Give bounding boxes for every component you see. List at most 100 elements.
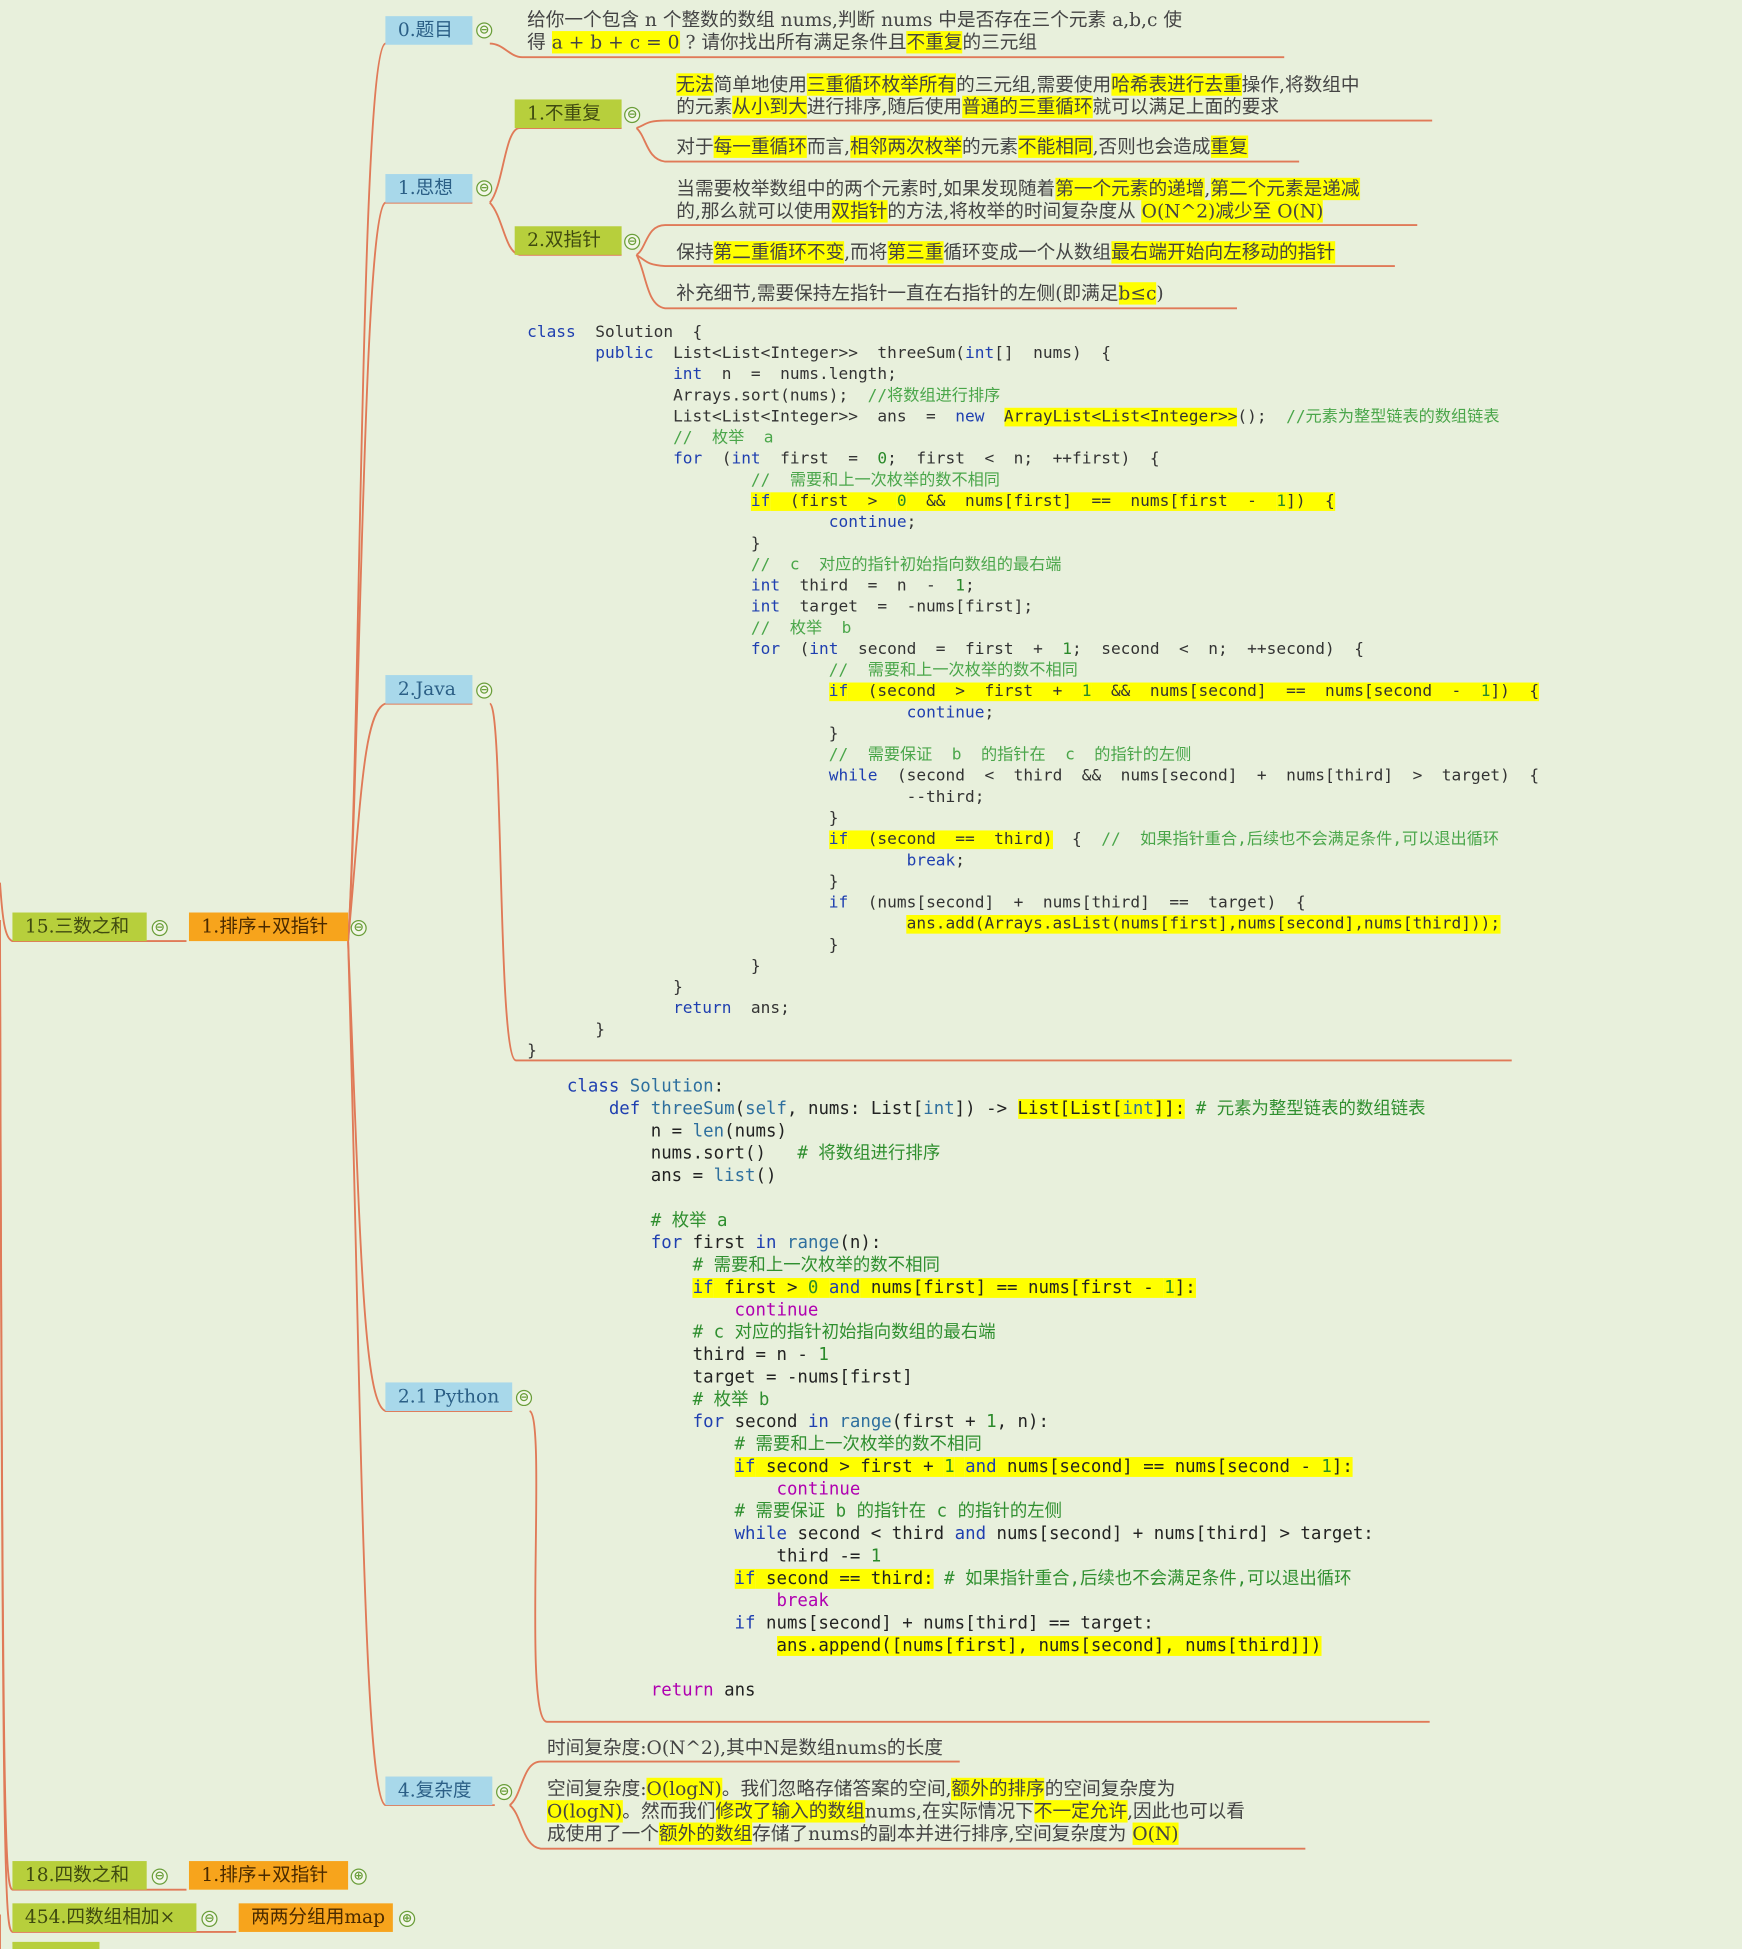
twoptr-node[interactable]: 2.双指针 xyxy=(514,226,622,255)
java-code-line: List<List<Integer>> ans = new ArrayList<… xyxy=(527,407,1500,427)
four-add-node[interactable]: 454.四数组相加× xyxy=(12,1903,197,1932)
python-node[interactable]: 2.1 Python xyxy=(385,1382,513,1412)
nodup-text-2: 对于每一重循环而言,相邻两次枚举的元素不能相同,否则也会造成重复 xyxy=(676,135,1248,158)
java-code-line: break; xyxy=(906,851,965,871)
java-code-line: // 需要和上一次枚举的数不相同 xyxy=(828,661,1078,681)
python-code-line: if nums[second] + nums[third] == target: xyxy=(734,1613,1154,1634)
collapse-icon[interactable]: ⊖ xyxy=(624,106,641,124)
python-code-line: for second in range(first + 1, n): xyxy=(692,1412,1050,1433)
python-code-line: continue xyxy=(776,1479,861,1500)
java-code-line: public List<List<Integer>> threeSum(int[… xyxy=(595,344,1111,364)
java-code-line: // 枚举 a xyxy=(673,428,774,448)
python-code-line: for first in range(n): xyxy=(650,1233,882,1254)
python-code-line: class Solution: xyxy=(566,1076,725,1097)
collapse-icon[interactable]: ⊖ xyxy=(151,1868,168,1885)
python-code-line: # 枚举 a xyxy=(650,1210,728,1231)
four-sum-sub-node[interactable]: 1.排序+双指针 xyxy=(188,1861,349,1890)
complexity-node[interactable]: 4.复杂度 xyxy=(385,1776,493,1806)
time-complexity-text: 时间复杂度:O(N^2),其中N是数组nums的长度 xyxy=(547,1736,943,1760)
java-code-line: // c 对应的指针初始指向数组的最右端 xyxy=(750,555,1062,575)
java-code-line: // 枚举 b xyxy=(750,619,852,638)
collapse-icon[interactable]: ⊖ xyxy=(151,919,168,937)
java-code-line: class Solution { xyxy=(527,323,703,342)
java-code-line: continue; xyxy=(828,513,917,533)
python-code-line: third = n - 1 xyxy=(566,1345,829,1366)
python-code-line xyxy=(567,1187,1426,1209)
expand-icon[interactable]: ⊕ xyxy=(350,1868,367,1885)
java-code-line: } xyxy=(527,872,839,892)
java-code-line: } xyxy=(527,978,683,998)
collapse-icon[interactable]: ⊖ xyxy=(476,22,493,39)
twoptr-text-3: 补充细节,需要保持左指针一直在右指针的左侧(即满足b≤c) xyxy=(676,282,1164,305)
problem-line-1: 给你一个包含 n 个整数的数组 nums,判断 nums 中是否存在三个元素 a… xyxy=(527,8,1183,32)
collapse-icon[interactable]: ⊖ xyxy=(476,180,493,197)
idea-node[interactable]: 1.思想 xyxy=(385,174,473,203)
python-code-line: continue xyxy=(734,1300,819,1321)
python-code-line: # 枚举 b xyxy=(692,1389,770,1410)
java-code-line: int n = nums.length; xyxy=(673,365,897,385)
java-code-line: ans.add(Arrays.asList(nums[first],nums[s… xyxy=(906,914,1501,934)
java-code-line: --third; xyxy=(527,788,985,807)
java-code-line: } xyxy=(527,1041,537,1061)
java-code-line: return ans; xyxy=(673,999,790,1019)
python-code-line: if second > first + 1 and nums[second] =… xyxy=(734,1457,1353,1477)
python-code-line: target = -nums[first] xyxy=(566,1367,913,1388)
python-code-line: ans = list() xyxy=(566,1166,777,1187)
collapse-icon[interactable]: ⊖ xyxy=(201,1910,218,1927)
problem-text: 给你一个包含 n 个整数的数组 nums,判断 nums 中是否存在三个元素 a… xyxy=(527,9,1182,54)
python-code-line: break xyxy=(776,1591,829,1612)
problem-node[interactable]: 0.题目 xyxy=(385,16,473,45)
twoptr-text-2: 保持第二重循环不变,而将第三重循环变成一个从数组最右端开始向左移动的指针 xyxy=(676,241,1336,264)
python-code-line: ans.append([nums[first], nums[second], n… xyxy=(776,1636,1322,1656)
python-code-line: if second == third: # 如果指针重合,后续也不会满足条件,可… xyxy=(734,1568,1352,1589)
java-code-line: // 需要和上一次枚举的数不相同 xyxy=(750,471,1000,490)
java-code-line: } xyxy=(527,534,761,554)
collapse-icon[interactable]: ⊖ xyxy=(496,1783,513,1801)
java-code-line: } xyxy=(527,936,839,955)
space-complexity-text: 空间复杂度:O(logN)。我们忽略存储答案的空间,额外的排序的空间复杂度为 O… xyxy=(547,1777,1245,1845)
next-node-partial[interactable] xyxy=(12,1941,100,1949)
java-code-line: while (second < third && nums[second] + … xyxy=(828,767,1540,786)
problem-line-2: 得 a + b + c = 0 ? 请你找出所有满足条件且不重复的三元组 xyxy=(527,31,1038,54)
java-node[interactable]: 2.Java xyxy=(385,675,473,704)
python-code-line: # c 对应的指针初始指向数组的最右端 xyxy=(692,1322,996,1343)
java-code-line: } xyxy=(527,724,839,744)
python-code-block: class Solution: def threeSum(self, nums:… xyxy=(567,1075,1426,1702)
three-sum-node[interactable]: 15.三数之和 xyxy=(12,912,147,942)
expand-icon[interactable]: ⊕ xyxy=(399,1910,416,1927)
sort-twoptr-node[interactable]: 1.排序+双指针 xyxy=(188,912,349,942)
python-code-line: def threeSum(self, nums: List[int]) -> L… xyxy=(608,1098,1426,1119)
java-code-line: int third = n - 1; xyxy=(750,576,975,596)
collapse-icon[interactable]: ⊖ xyxy=(515,1389,533,1407)
collapse-icon[interactable]: ⊖ xyxy=(476,682,493,699)
python-code-line: # 需要和上一次枚举的数不相同 xyxy=(692,1255,940,1276)
four-add-sub-node[interactable]: 两两分组用map xyxy=(238,1903,393,1932)
java-code-block: class Solution { public List<List<Intege… xyxy=(527,322,1540,1062)
nodup-node[interactable]: 1.不重复 xyxy=(514,99,622,129)
python-code-line: # 需要和上一次枚举的数不相同 xyxy=(734,1434,982,1455)
python-code-line: if first > 0 and nums[first] == nums[fir… xyxy=(692,1278,1196,1298)
java-code-line: // 需要保证 b 的指针在 c 的指针的左侧 xyxy=(828,745,1192,765)
java-code-line: } xyxy=(527,1020,605,1040)
java-code-line: Arrays.sort(nums); //将数组进行排序 xyxy=(527,386,1001,406)
java-code-line: } xyxy=(527,809,839,828)
java-code-line: continue; xyxy=(906,703,995,723)
python-code-line: third -= 1 xyxy=(566,1546,882,1567)
nodup-text-1: 无法简单地使用三重循环枚举所有的三元组,需要使用哈希表进行去重操作,将数组中 的… xyxy=(676,73,1360,119)
java-code-line: if (nums[second] + nums[third] == target… xyxy=(828,893,1306,913)
java-code-line: for (int first = 0; first < n; ++first) … xyxy=(673,450,1160,469)
java-code-line: int target = -nums[first]; xyxy=(750,597,1034,617)
collapse-icon[interactable]: ⊖ xyxy=(350,919,367,937)
java-code-line: if (second == third) { // 如果指针重合,后续也不会满足… xyxy=(828,830,1500,850)
python-code-line: while second < third and nums[second] + … xyxy=(734,1524,1374,1545)
python-code-line: nums.sort() # 将数组进行排序 xyxy=(566,1143,941,1164)
four-sum-node[interactable]: 18.四数之和 xyxy=(12,1861,147,1890)
python-code-line: return ans xyxy=(650,1680,756,1701)
java-code-line: if (first > 0 && nums[first] == nums[fir… xyxy=(750,492,1335,511)
java-code-line: for (int second = first + 1; second < n;… xyxy=(750,640,1364,659)
python-code-line: n = len(nums) xyxy=(566,1121,787,1142)
twoptr-text-1: 当需要枚举数组中的两个元素时,如果发现随着第一个元素的递增,第二个元素是递减 的… xyxy=(676,177,1360,223)
java-code-line: if (second > first + 1 && nums[second] =… xyxy=(828,682,1540,702)
python-code-line xyxy=(567,1657,1426,1679)
collapse-icon[interactable]: ⊖ xyxy=(624,233,641,250)
